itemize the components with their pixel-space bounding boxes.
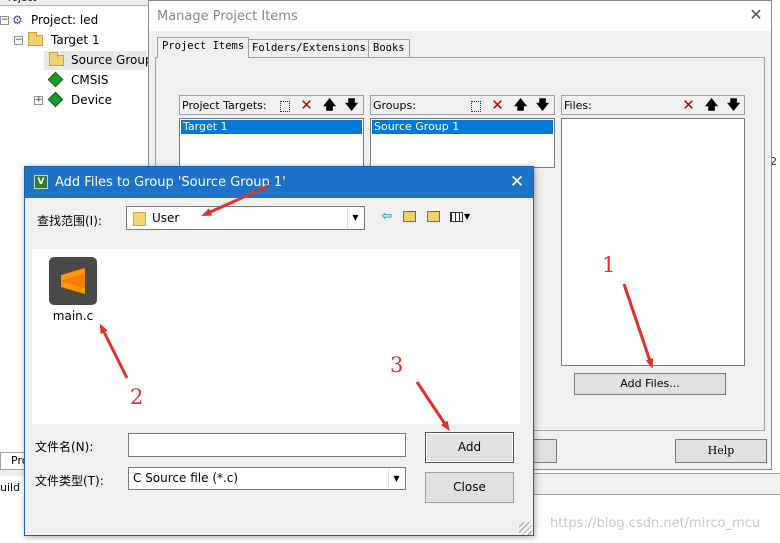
annotation-number-1: 1	[602, 253, 616, 277]
annotation-arrows	[99, 184, 654, 432]
watermark: https://blog.csdn.net/mirco_mcu	[550, 516, 761, 531]
annotation-number-2: 2	[130, 385, 144, 409]
arrow-to-look-in	[201, 184, 269, 217]
tab-project-items[interactable]: Project Items	[157, 37, 250, 58]
arrow-to-main-c	[99, 323, 129, 379]
annotation-number-3: 3	[390, 353, 404, 377]
arrow-to-add-files	[622, 283, 654, 369]
arrow-to-add-button	[415, 381, 450, 432]
